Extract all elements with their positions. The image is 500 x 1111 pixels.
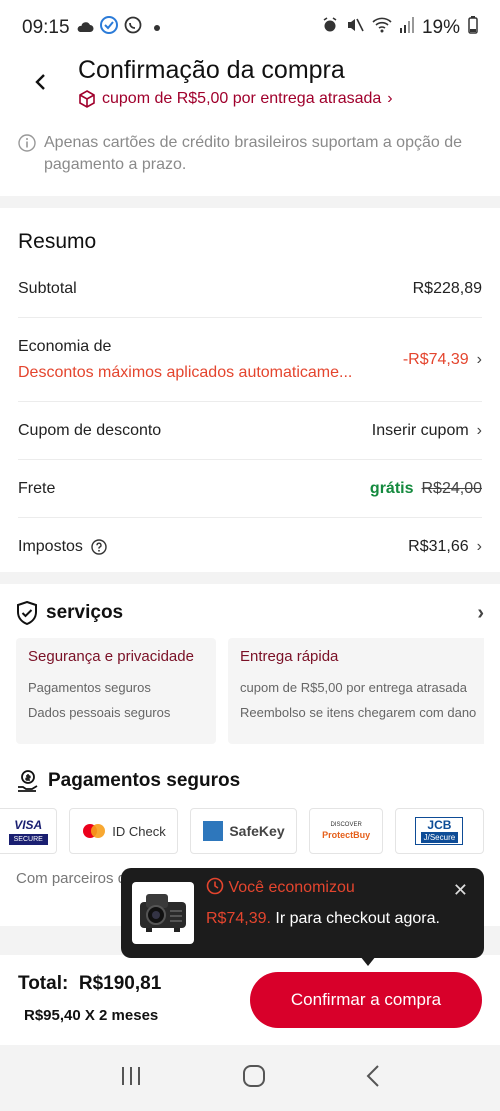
visa-secure-badge: VISA SECURE bbox=[0, 808, 58, 854]
service-box-security: Segurança e privacidade Pagamentos segur… bbox=[16, 638, 216, 744]
signal-icon bbox=[399, 17, 414, 39]
jcb-logo: JCB J/Secure bbox=[415, 817, 464, 845]
insert-coupon-action[interactable]: Inserir cupom bbox=[372, 422, 469, 440]
toast-amount: R$74,39. bbox=[206, 910, 271, 927]
visa-logo-text: VISA bbox=[14, 817, 43, 832]
checkout-bar: Total: R$190,81 R$95,40 X 2 meses Confir… bbox=[0, 955, 500, 1045]
alarm-icon bbox=[322, 17, 338, 39]
service-line: cupom de R$5,00 por entrega atrasada bbox=[240, 680, 467, 695]
summary-title: Resumo bbox=[18, 230, 97, 253]
product-thumbnail bbox=[132, 882, 194, 944]
jcb-logo-text: JCB bbox=[427, 818, 452, 832]
services-list: Segurança e privacidade Pagamentos segur… bbox=[16, 638, 484, 744]
page-title: Confirmação da compra bbox=[78, 56, 345, 84]
wifi-icon bbox=[372, 17, 392, 39]
chevron-right-icon: › bbox=[476, 350, 482, 368]
check-badge-icon bbox=[99, 16, 118, 40]
mute-icon bbox=[346, 17, 364, 39]
total-value: R$190,81 bbox=[78, 973, 162, 994]
discover-protectbuy-badge: DISCOVER ProtectBuy bbox=[309, 808, 383, 854]
taxes-value: R$31,66 bbox=[408, 538, 469, 555]
info-icon bbox=[18, 134, 36, 196]
order-total: Total: R$190,81 bbox=[18, 973, 161, 995]
savings-label: Economia de bbox=[18, 337, 112, 355]
status-bar: 09:15 19% bbox=[0, 0, 500, 56]
recent-apps-icon[interactable] bbox=[119, 1065, 143, 1092]
service-box-fast-delivery: Entrega rápida cupom de R$5,00 por entre… bbox=[228, 638, 484, 744]
clock-icon bbox=[206, 877, 224, 905]
battery-level: 19% bbox=[421, 17, 460, 38]
cloud-icon bbox=[76, 17, 94, 39]
services-title: serviços bbox=[46, 602, 124, 623]
service-title: Entrega rápida bbox=[240, 648, 339, 665]
secure-payments-header: Pagamentos seguros bbox=[16, 766, 484, 796]
protectbuy-label: ProtectBuy bbox=[322, 830, 371, 840]
toast-cta: Ir para checkout agora. bbox=[270, 910, 440, 927]
coupon-row[interactable]: Cupom de desconto Inserir cupom › bbox=[18, 402, 482, 460]
secure-payment-hand-icon bbox=[16, 769, 40, 793]
taxes-label: Impostos bbox=[18, 538, 83, 555]
amex-icon bbox=[203, 821, 224, 841]
back-arrow-icon bbox=[35, 74, 45, 90]
back-button[interactable] bbox=[24, 66, 56, 98]
chevron-right-icon: › bbox=[387, 90, 393, 107]
coupon-label: Cupom de desconto bbox=[18, 421, 162, 439]
service-line: Dados pessoais seguros bbox=[28, 705, 171, 720]
free-shipping-label: grátis bbox=[369, 479, 414, 497]
system-nav-bar bbox=[0, 1045, 500, 1111]
chevron-right-icon: › bbox=[476, 421, 482, 439]
toast-message: Você economizou R$74,39. Ir para checkou… bbox=[206, 874, 446, 933]
toast-heading: Você economizou bbox=[228, 879, 355, 896]
service-title: Segurança e privacidade bbox=[28, 648, 194, 665]
subtotal-label: Subtotal bbox=[18, 279, 77, 297]
discover-logo-text: DISCOVER bbox=[330, 822, 362, 828]
savings-description: Descontos máximos aplicados automaticame… bbox=[18, 363, 353, 381]
shield-check-icon bbox=[16, 601, 38, 625]
installment-notice: Apenas cartões de crédito brasileiros su… bbox=[0, 124, 500, 196]
safekey-label: SafeKey bbox=[229, 823, 285, 839]
system-back-icon[interactable] bbox=[365, 1064, 381, 1093]
toast-pointer bbox=[360, 956, 376, 966]
original-shipping-price: R$24,00 bbox=[421, 479, 483, 497]
taxes-row[interactable]: Impostos R$31,66 › bbox=[18, 518, 482, 576]
status-time: 09:15 bbox=[22, 17, 70, 38]
installments-info: R$95,40 X 2 meses bbox=[24, 1007, 159, 1024]
battery-icon bbox=[468, 16, 478, 40]
home-icon[interactable] bbox=[242, 1064, 266, 1093]
service-line: Reembolso se itens chegarem com dano bbox=[240, 705, 477, 720]
jcb-jsecure-badge: JCB J/Secure bbox=[394, 808, 484, 854]
close-icon[interactable]: ✕ bbox=[453, 880, 468, 901]
services-header[interactable]: serviços › bbox=[16, 584, 484, 638]
header: Confirmação da compra cupom de R$5,00 po… bbox=[0, 56, 500, 124]
secure-payments-title: Pagamentos seguros bbox=[48, 770, 241, 791]
mastercard-icon bbox=[83, 824, 106, 838]
subtotal-row: Subtotal R$228,89 bbox=[18, 260, 482, 318]
subtotal-value: R$228,89 bbox=[412, 279, 482, 297]
savings-row[interactable]: Economia de Descontos máximos aplicados … bbox=[18, 318, 482, 402]
total-label: Total: bbox=[18, 973, 69, 994]
chevron-right-icon: › bbox=[477, 601, 484, 624]
jsecure-logo-text: J/Secure bbox=[420, 832, 459, 843]
coupon-link-label: cupom de R$5,00 por entrega atrasada bbox=[102, 90, 382, 107]
confirm-purchase-button[interactable]: Confirmar a compra bbox=[250, 972, 482, 1028]
package-icon bbox=[79, 90, 95, 108]
summary-card: Resumo Subtotal R$228,89 Economia de Des… bbox=[0, 208, 500, 572]
notice-text: Apenas cartões de crédito brasileiros su… bbox=[44, 134, 463, 173]
shipping-label: Frete bbox=[18, 479, 56, 497]
idcheck-label: ID Check bbox=[112, 823, 166, 839]
mastercard-idcheck-badge: ID Check bbox=[69, 808, 179, 854]
whatsapp-icon bbox=[124, 16, 142, 40]
payment-badges: VISA SECURE ID Check SafeKey DISCOVER Pr… bbox=[0, 808, 484, 854]
help-circle-icon[interactable] bbox=[91, 539, 107, 555]
notification-dot-icon bbox=[153, 25, 160, 31]
service-line: Pagamentos seguros bbox=[28, 680, 151, 695]
late-delivery-coupon-link[interactable]: cupom de R$5,00 por entrega atrasada › bbox=[78, 90, 393, 108]
amex-safekey-badge: SafeKey bbox=[190, 808, 298, 854]
savings-value: -R$74,39 bbox=[402, 350, 469, 368]
shipping-row: Frete grátis R$24,00 bbox=[18, 460, 482, 518]
chevron-right-icon: › bbox=[476, 538, 482, 555]
savings-toast[interactable]: Você economizou R$74,39. Ir para checkou… bbox=[121, 868, 484, 958]
secure-logo-text: SECURE bbox=[8, 833, 48, 845]
